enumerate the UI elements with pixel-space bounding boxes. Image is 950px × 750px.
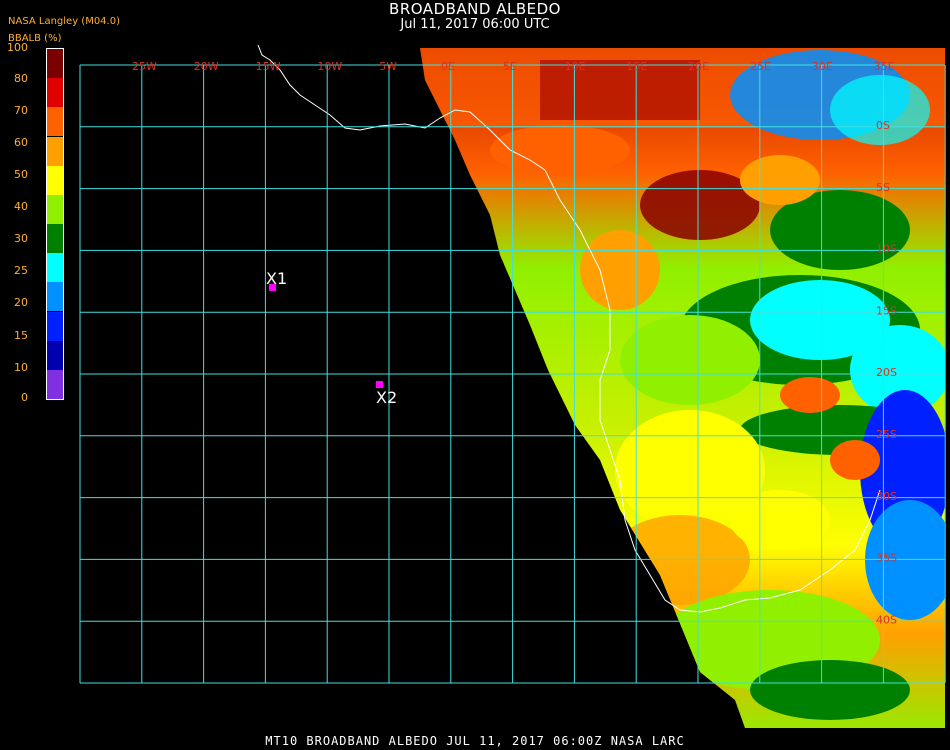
longitude-label: 5W — [379, 60, 397, 73]
longitude-label: 0E — [441, 60, 455, 73]
footer-caption: MT10 BROADBAND ALBEDO JUL 11, 2017 06:00… — [265, 734, 685, 748]
longitude-label: 10W — [317, 60, 342, 73]
longitude-label: 10E — [565, 60, 586, 73]
marker-x2-label: X2 — [376, 388, 397, 407]
latitude-label: 35S — [876, 552, 897, 565]
longitude-label: 30E — [812, 60, 833, 73]
latitude-label: 40S — [876, 613, 897, 626]
latitude-label: 5S — [876, 181, 890, 194]
latitude-label: 15S — [876, 304, 897, 317]
latitude-label: 0S — [876, 119, 890, 132]
longitude-label: 15W — [256, 60, 281, 73]
longitude-label: 15E — [626, 60, 647, 73]
latitude-label: 30S — [876, 490, 897, 503]
longitude-label: 35E — [874, 60, 895, 73]
marker-x1-label: X1 — [266, 269, 287, 288]
longitude-label: 25E — [750, 60, 771, 73]
longitude-label: 20W — [194, 60, 219, 73]
longitude-label: 20E — [688, 60, 709, 73]
latitude-label: 25S — [876, 428, 897, 441]
land-albedo-field — [420, 48, 945, 728]
marker-x2[interactable] — [376, 381, 383, 388]
longitude-label: 25W — [132, 60, 157, 73]
latitude-label: 10S — [876, 243, 897, 256]
latitude-label: 20S — [876, 366, 897, 379]
longitude-label: 5E — [503, 60, 517, 73]
albedo-map: 25W 20W 15W 10W 5W 0E 5E 10E 15E 20E 25E 30E 35E 0S 5S… — [79, 44, 946, 728]
